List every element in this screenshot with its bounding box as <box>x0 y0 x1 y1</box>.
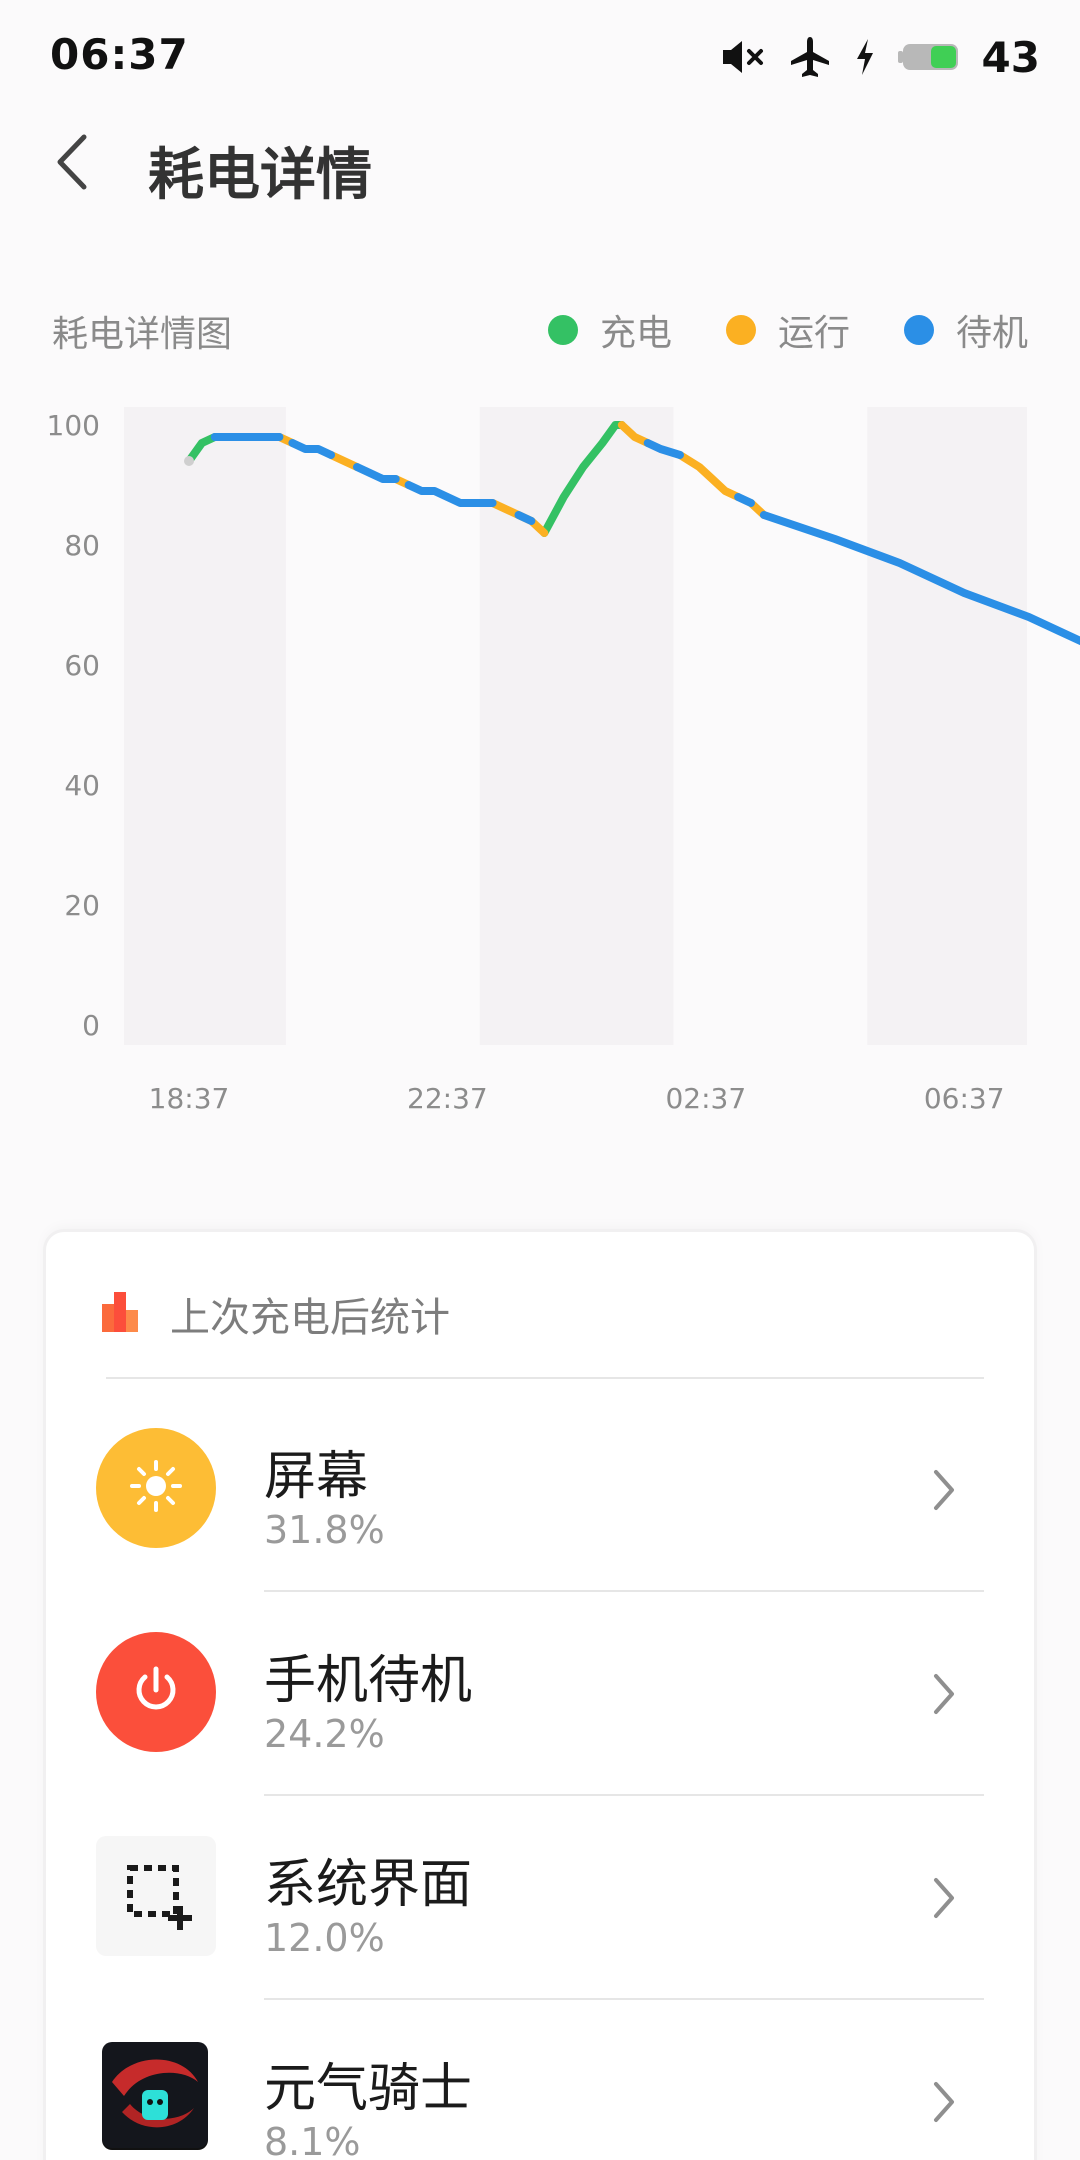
charging-bolt-icon <box>854 38 876 76</box>
chart-start-point <box>184 456 194 466</box>
y-tick-label: 80 <box>64 529 100 562</box>
chevron-right-icon <box>924 1462 964 1518</box>
legend-label: 待机 <box>955 313 1028 354</box>
back-button[interactable] <box>40 132 104 196</box>
y-tick-label: 100 <box>47 409 100 442</box>
battery-level: 43 <box>981 32 1040 82</box>
legend-label: 运行 <box>777 313 850 354</box>
y-tick-label: 40 <box>64 769 100 802</box>
usage-item-name: 系统界面 <box>264 1855 473 1915</box>
since-last-charge-card: 上次充电后统计 屏幕 31.8% 手机待机 24.2% 系统界面 12.0% 元… <box>46 1232 1034 2160</box>
chart-title: 耗电详情图 <box>52 314 233 355</box>
battery-usage-screen: 06:37 43 耗电详情 耗电详情图 充电 运行 待机 100 80 60 4… <box>0 0 1080 2160</box>
battery-chart-svg: 100 80 60 40 20 0 18:37 22:37 02:37 06:37 <box>47 407 1080 1115</box>
legend-item-running: 运行 <box>725 304 850 356</box>
legend-label: 充电 <box>599 313 672 354</box>
stats-chart-icon <box>100 1290 140 1338</box>
x-tick-label: 22:37 <box>407 1082 488 1115</box>
legend-dot-standby <box>903 315 934 345</box>
status-icons: 43 <box>720 32 1040 82</box>
usage-item-icon <box>96 1836 216 1956</box>
usage-item-system-ui[interactable]: 系统界面 12.0% <box>46 1796 1034 2000</box>
usage-item-standby[interactable]: 手机待机 24.2% <box>46 1592 1034 1796</box>
app-header: 耗电详情 <box>0 110 1080 220</box>
card-header: 上次充电后统计 <box>100 1284 450 1344</box>
usage-item-percent: 8.1% <box>264 2120 361 2160</box>
x-tick-label: 06:37 <box>924 1082 1005 1115</box>
usage-item-name: 屏幕 <box>264 1447 369 1507</box>
soul-knight-app-icon <box>102 2042 208 2152</box>
battery-chart: 100 80 60 40 20 0 18:37 22:37 02:37 06:37 <box>0 380 1080 1140</box>
y-tick-label: 0 <box>82 1009 100 1042</box>
usage-item-screen[interactable]: 屏幕 31.8% <box>46 1388 1034 1592</box>
chevron-right-icon <box>924 1666 964 1722</box>
legend-dot-running <box>725 315 756 345</box>
chart-shaded-band <box>124 407 286 1045</box>
x-tick-label: 02:37 <box>665 1082 746 1115</box>
series-line-运行 <box>676 451 743 501</box>
y-tick-label: 20 <box>64 889 100 922</box>
chart-legend: 充电 运行 待机 <box>494 304 1028 356</box>
chart-shaded-band <box>867 407 1027 1045</box>
chevron-right-icon <box>924 2074 964 2130</box>
series-line-待机 <box>514 511 536 525</box>
battery-icon <box>897 42 960 72</box>
usage-item-name: 手机待机 <box>264 1651 473 1711</box>
legend-item-charging: 充电 <box>547 304 672 356</box>
usage-item-percent: 31.8% <box>264 1508 385 1552</box>
legend-item-standby: 待机 <box>903 304 1028 356</box>
usage-item-icon <box>96 1428 216 1548</box>
usage-item-name: 元气骑士 <box>264 2059 473 2119</box>
chart-shaded-band <box>479 407 674 1045</box>
x-tick-label: 18:37 <box>149 1082 230 1115</box>
series-line-运行 <box>327 451 361 471</box>
usage-item-percent: 24.2% <box>264 1712 385 1756</box>
card-header-label: 上次充电后统计 <box>170 1295 450 1341</box>
divider <box>106 1377 984 1379</box>
screenshot-crop-icon <box>116 1854 196 1938</box>
y-tick-label: 60 <box>64 649 100 682</box>
series-line-待机 <box>734 493 755 507</box>
mute-icon <box>720 37 766 77</box>
usage-item-icon <box>102 2042 208 2152</box>
usage-item-icon <box>96 1632 216 1752</box>
chevron-left-icon <box>52 132 92 196</box>
status-time: 06:37 <box>50 30 189 79</box>
series-line-待机 <box>353 463 400 483</box>
legend-dot-charging <box>547 315 578 345</box>
usage-item-soul-knight[interactable]: 元气骑士 8.1% <box>46 2000 1034 2160</box>
chevron-right-icon <box>924 1870 964 1926</box>
usage-item-percent: 12.0% <box>264 1916 385 1960</box>
series-line-待机 <box>288 439 336 459</box>
status-bar: 06:37 43 <box>0 0 1080 110</box>
page-title: 耗电详情 <box>148 143 372 208</box>
brightness-icon <box>126 1456 186 1520</box>
airplane-mode-icon <box>788 35 832 79</box>
power-icon <box>126 1660 186 1724</box>
